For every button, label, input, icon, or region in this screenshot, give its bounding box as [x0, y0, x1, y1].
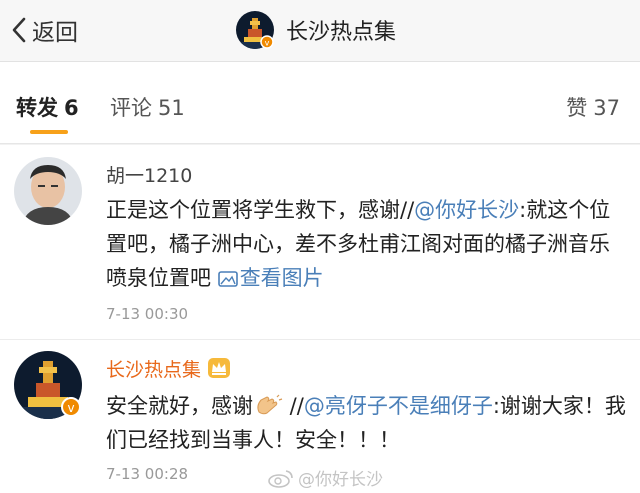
- tab-like-count: 37: [593, 96, 620, 120]
- avatar[interactable]: [14, 157, 82, 225]
- watermark: @你好长沙: [268, 465, 383, 490]
- tab-repost[interactable]: 转发 6: [16, 92, 79, 122]
- repost-list: 胡一1210 正是这个位置将学生救下，感谢//@你好长沙:就这个位置吧，橘子洲中…: [0, 145, 640, 493]
- chevron-left-icon: [12, 17, 26, 43]
- nav-account[interactable]: v 长沙热点集: [236, 10, 396, 50]
- image-icon: [217, 271, 238, 287]
- view-image-label: 查看图片: [239, 266, 324, 290]
- active-tab-indicator: [30, 130, 68, 134]
- user-photo-icon: [14, 157, 82, 225]
- tab-comment-label: 评论: [110, 96, 152, 120]
- nav-bar: 返回 v 长沙热点集: [0, 0, 640, 62]
- timestamp: 7-13 00:28: [106, 465, 189, 483]
- repost-text-part: 安全就好，感谢: [106, 394, 253, 418]
- username-label: 长沙热点集: [106, 359, 202, 381]
- tab-like-label: 赞: [566, 96, 588, 120]
- tower-logo-icon: v: [14, 351, 82, 419]
- username[interactable]: 长沙热点集: [106, 355, 231, 382]
- watermark-label: @你好长沙: [298, 470, 383, 490]
- svg-text:v: v: [67, 401, 74, 415]
- vip-crown-icon: [208, 358, 231, 378]
- tab-comment[interactable]: 评论 51: [110, 92, 185, 122]
- tower-logo-icon: v: [236, 11, 274, 49]
- page-title: 长沙热点集: [286, 20, 397, 45]
- mention-link[interactable]: @亮伢子不是细伢子: [304, 394, 493, 418]
- username[interactable]: 胡一1210: [106, 161, 192, 188]
- mention-link[interactable]: @你好长沙: [414, 198, 519, 222]
- weibo-logo-icon: [268, 469, 293, 488]
- repost-text: 安全就好，感谢 //@亮伢子不是细伢子:谢谢大家！我们已经找到当事人！安全！！！: [106, 389, 626, 457]
- back-button[interactable]: 返回: [10, 12, 78, 48]
- account-avatar: v: [236, 11, 274, 49]
- repost-text-part: 正是这个位置将学生救下，感谢//: [106, 198, 415, 222]
- tab-repost-count: 6: [64, 96, 79, 120]
- tab-comment-count: 51: [158, 96, 185, 120]
- repost-text: 正是这个位置将学生救下，感谢//@你好长沙:就这个位置吧，橘子洲中心，差不多杜甫…: [106, 193, 626, 295]
- tab-like[interactable]: 赞 37: [566, 92, 620, 122]
- tab-bar: 转发 6 评论 51 赞 37: [0, 62, 640, 144]
- svg-text:v: v: [265, 39, 270, 48]
- view-image-link[interactable]: 查看图片: [217, 266, 324, 290]
- avatar[interactable]: v: [14, 351, 82, 419]
- back-label: 返回: [32, 20, 78, 46]
- tab-repost-label: 转发: [16, 96, 58, 120]
- timestamp: 7-13 00:30: [106, 305, 189, 323]
- clap-emoji-icon: [257, 394, 283, 415]
- list-item: 胡一1210 正是这个位置将学生救下，感谢//@你好长沙:就这个位置吧，橘子洲中…: [0, 145, 640, 340]
- repost-text-part: //: [283, 394, 304, 418]
